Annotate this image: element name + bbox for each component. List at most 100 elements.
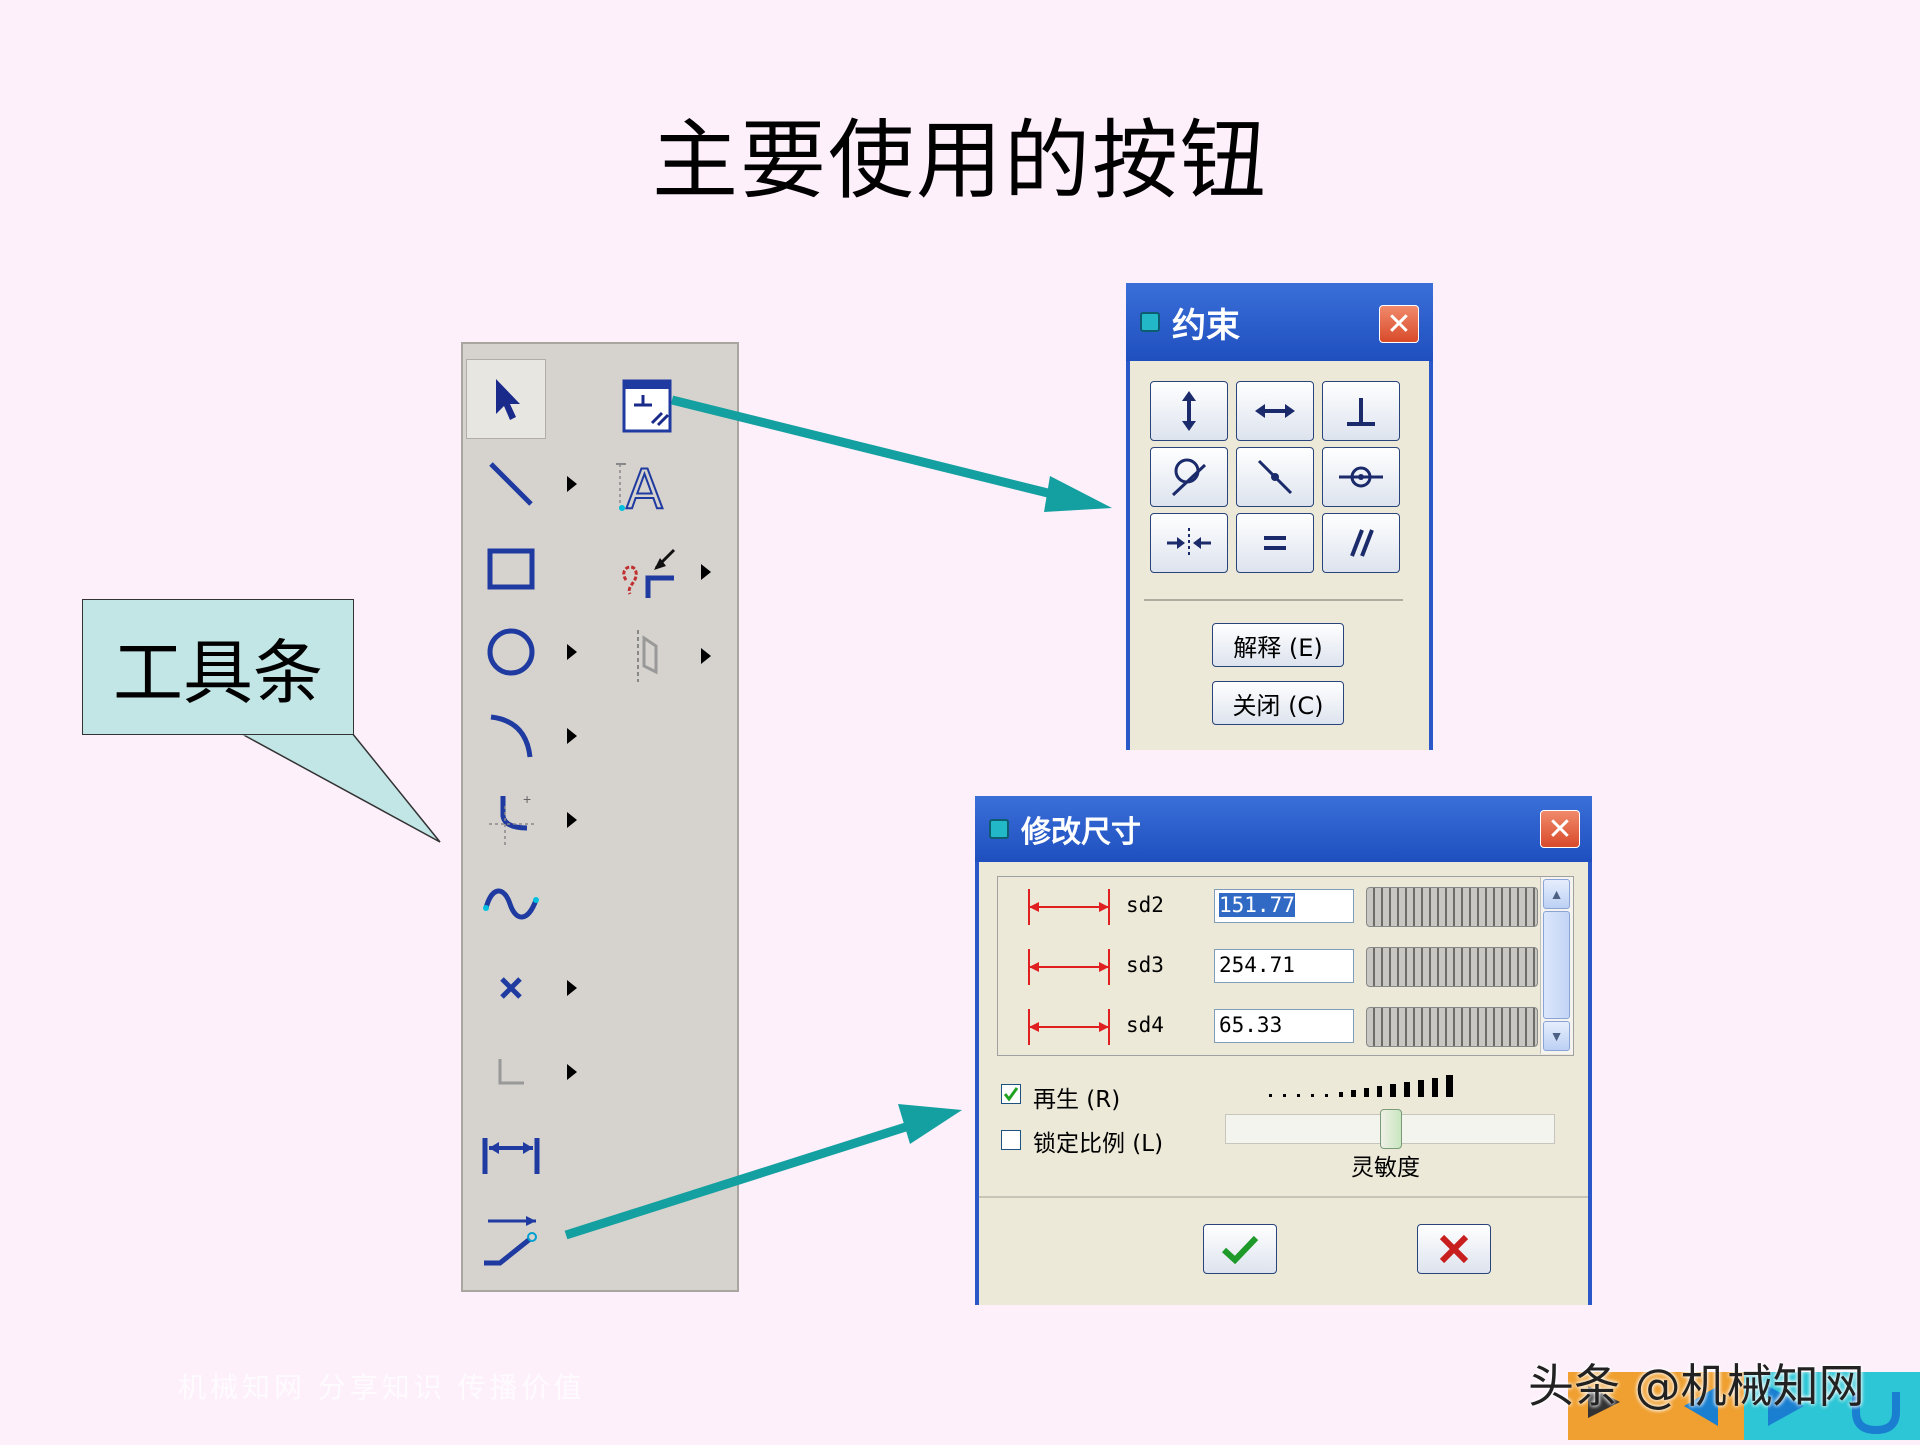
spline-icon[interactable] (471, 864, 551, 944)
dimension-row: sd3 254.71 (1016, 939, 1538, 999)
footer-watermark: 机械知网 分享知识 传播价值 (178, 1372, 586, 1403)
chevron-up-icon: ▲ (1549, 886, 1564, 902)
arc-icon[interactable] (471, 696, 551, 776)
constraint-button-6[interactable] (1322, 447, 1400, 507)
dimension-row: sd4 65.33 (1016, 999, 1538, 1059)
constraint-dialog-titlebar[interactable]: 约束 ✕ (1126, 283, 1433, 361)
circle-flyout-arrow-icon[interactable] (567, 644, 577, 660)
close-button[interactable]: 关闭 (C) (1212, 681, 1344, 725)
close-icon: ✕ (1547, 811, 1573, 847)
sketch-toolbar: + A (461, 342, 739, 1292)
modify-dialog-titlebar[interactable]: 修改尺寸 ✕ (975, 796, 1592, 862)
svg-text:+: + (523, 791, 531, 807)
coordinate-flyout-arrow-icon[interactable] (567, 1064, 577, 1080)
lock-scale-checkbox[interactable] (1001, 1130, 1021, 1150)
select-arrow-icon[interactable] (466, 359, 546, 439)
modify-dialog-body: sd2 151.77 sd3 254.71 sd4 65.33 ▲ ▼ 再生 (… (979, 862, 1588, 1305)
linear-dimension-icon (1028, 949, 1110, 985)
constraint-button-3[interactable] (1322, 381, 1400, 441)
constraint-icon[interactable] (608, 366, 688, 446)
text-icon[interactable]: A (608, 446, 688, 526)
linear-dimension-icon (1028, 889, 1110, 925)
checkmark-icon (1221, 1235, 1259, 1264)
point-flyout-arrow-icon[interactable] (567, 980, 577, 996)
scroll-down-button[interactable]: ▼ (1543, 1021, 1570, 1051)
modify-dialog-title: 修改尺寸 (1021, 815, 1141, 850)
close-icon: ✕ (1386, 306, 1412, 342)
checkmark-icon (1003, 1087, 1019, 1102)
window-icon (1140, 312, 1160, 332)
point-on-line-constraint-icon (1257, 459, 1293, 495)
circle-icon[interactable] (471, 612, 551, 692)
mirror-icon[interactable] (608, 616, 688, 696)
dimension-name: sd3 (1126, 953, 1164, 977)
x-icon (1439, 1234, 1469, 1264)
regenerate-checkbox[interactable] (1001, 1084, 1021, 1104)
dimension-value-input[interactable]: 151.77 (1214, 889, 1354, 923)
callout-label: 工具条 (82, 599, 354, 735)
trim-flyout-arrow-icon[interactable] (701, 564, 711, 580)
dimension-value-text: 254.71 (1219, 953, 1295, 977)
thumbwheel-slider[interactable] (1366, 887, 1538, 927)
perpendicular-constraint-icon (1347, 398, 1375, 426)
ok-button[interactable] (1203, 1224, 1277, 1274)
tangent-constraint-icon (1171, 458, 1207, 497)
close-window-button[interactable]: ✕ (1379, 305, 1419, 343)
dimension-icon[interactable] (471, 1116, 551, 1196)
vertical-constraint-icon (1182, 391, 1196, 431)
dimension-name: sd4 (1126, 1013, 1164, 1037)
constraint-button-9[interactable] (1322, 513, 1400, 573)
cancel-button[interactable] (1417, 1224, 1491, 1274)
coordinate-system-icon[interactable] (471, 1032, 551, 1112)
midpoint-constraint-icon (1339, 466, 1383, 488)
scrollbar[interactable]: ▲ ▼ (1540, 877, 1573, 1054)
constraint-dialog: 约束 ✕ 解释 (E) 关闭 (C) (1126, 283, 1433, 750)
dimension-value-input[interactable]: 254.71 (1214, 949, 1354, 983)
constraint-button-8[interactable] (1236, 513, 1314, 573)
sensitivity-scale (1269, 1075, 1453, 1097)
constraint-dialog-body: 解释 (E) 关闭 (C) (1130, 361, 1429, 750)
dimension-value-input[interactable]: 65.33 (1214, 1009, 1354, 1043)
thumbwheel-slider[interactable] (1366, 947, 1538, 987)
scroll-thumb[interactable] (1543, 911, 1570, 1019)
sensitivity-label: 灵敏度 (1351, 1155, 1420, 1181)
divider (979, 1196, 1588, 1198)
chevron-down-icon: ▼ (1549, 1028, 1564, 1044)
close-window-button[interactable]: ✕ (1540, 810, 1580, 848)
explain-button[interactable]: 解释 (E) (1212, 623, 1344, 667)
horizontal-constraint-icon (1255, 404, 1295, 418)
slider-thumb[interactable] (1380, 1109, 1402, 1149)
trim-icon[interactable] (608, 532, 688, 612)
lock-scale-label: 锁定比例 (L) (1033, 1131, 1164, 1157)
modify-dimension-icon[interactable] (471, 1200, 551, 1280)
fillet-icon[interactable]: + (471, 780, 551, 860)
linear-dimension-icon (1028, 1009, 1110, 1045)
svg-text:A: A (626, 458, 663, 521)
arc-flyout-arrow-icon[interactable] (567, 728, 577, 744)
equal-constraint-icon (1264, 536, 1286, 550)
constraint-dialog-title: 约束 (1172, 305, 1240, 346)
parallel-constraint-icon (1350, 529, 1374, 557)
constraint-button-7[interactable] (1150, 513, 1228, 573)
dimension-value-text: 151.77 (1219, 893, 1295, 917)
constraint-button-2[interactable] (1236, 381, 1314, 441)
modify-dimensions-dialog: 修改尺寸 ✕ sd2 151.77 sd3 254.71 sd4 65.33 ▲… (975, 796, 1592, 1305)
dimension-value-text: 65.33 (1219, 1013, 1283, 1037)
point-icon[interactable] (471, 948, 551, 1028)
fillet-flyout-arrow-icon[interactable] (567, 812, 577, 828)
line-icon[interactable] (471, 444, 551, 524)
regenerate-label: 再生 (R) (1033, 1087, 1121, 1113)
dimension-name: sd2 (1126, 893, 1164, 917)
dimension-row: sd2 151.77 (1016, 879, 1538, 939)
thumbwheel-slider[interactable] (1366, 1007, 1538, 1047)
constraint-button-4[interactable] (1150, 447, 1228, 507)
mirror-flyout-arrow-icon[interactable] (701, 648, 711, 664)
scroll-up-button[interactable]: ▲ (1543, 879, 1570, 909)
divider (1144, 599, 1403, 601)
line-flyout-arrow-icon[interactable] (567, 476, 577, 492)
sensitivity-slider[interactable] (1225, 1109, 1555, 1149)
constraint-button-1[interactable] (1150, 381, 1228, 441)
window-icon (989, 819, 1009, 839)
constraint-button-5[interactable] (1236, 447, 1314, 507)
rectangle-icon[interactable] (471, 529, 551, 609)
